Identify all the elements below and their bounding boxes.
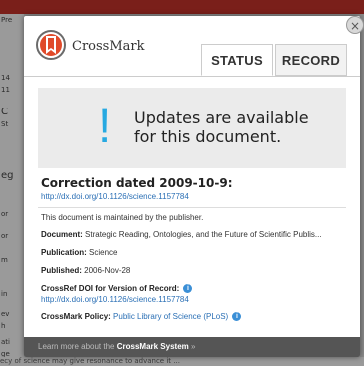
background-topbar: [0, 0, 364, 14]
document-row: Document: Strategic Reading, Ontologies,…: [41, 230, 353, 239]
bg-fragment: m: [1, 256, 8, 264]
footer-text: Learn more about the: [38, 342, 115, 351]
tab-record[interactable]: RECORD: [275, 44, 347, 76]
published-value: 2006-Nov-28: [84, 266, 131, 275]
info-icon[interactable]: i: [183, 284, 193, 294]
footer-arrow: »: [191, 342, 196, 351]
update-message: Updates are available for this document.: [134, 108, 309, 146]
update-notice: ! Updates are available for this documen…: [38, 88, 346, 168]
crossref-doi-link-row: http://dx.doi.org/10.1126/science.115778…: [41, 295, 353, 304]
exclamation-icon: !: [98, 100, 112, 153]
publication-row: Publication: Science: [41, 248, 353, 257]
bg-fragment: 14: [1, 74, 10, 82]
crossref-doi-row: CrossRef DOI for Version of Record: i: [41, 284, 353, 294]
document-label: Document:: [41, 230, 83, 239]
dialog-footer: Learn more about the CrossMark System »: [24, 337, 360, 357]
bg-fragment: C: [1, 108, 8, 116]
maintained-text: This document is maintained by the publi…: [41, 213, 204, 222]
crossmark-logo-icon: [36, 30, 66, 60]
footer-link[interactable]: CrossMark System: [117, 342, 189, 351]
dialog-header: CrossMark STATUS RECORD: [24, 16, 360, 77]
published-label: Published:: [41, 266, 82, 275]
crossref-doi-label: CrossRef DOI for Version of Record:: [41, 284, 180, 293]
bg-fragment: or: [1, 210, 9, 218]
correction-link[interactable]: http://dx.doi.org/10.1126/science.115778…: [41, 192, 189, 201]
background-bottom-text: ecy of science may give resonance to adv…: [0, 357, 364, 366]
published-row: Published: 2006-Nov-28: [41, 266, 353, 275]
bg-fragment: or: [1, 232, 9, 240]
info-icon[interactable]: i: [232, 312, 242, 322]
bg-fragment: 11: [1, 86, 10, 94]
bg-fragment: in: [1, 290, 8, 298]
publication-label: Publication:: [41, 248, 87, 257]
background-left-column: Pre 14 11 C St eg or or m in ev h ati ge: [0, 14, 24, 366]
bg-fragment: h: [1, 322, 6, 330]
document-value: Strategic Reading, Ontologies, and the F…: [85, 230, 322, 239]
bg-fragment: ev: [1, 310, 10, 318]
policy-link[interactable]: Public Library of Science (PLoS): [113, 312, 228, 321]
policy-label: CrossMark Policy:: [41, 312, 111, 321]
bg-fragment: St: [1, 120, 9, 128]
bg-fragment: eg: [1, 172, 14, 180]
crossref-doi-link[interactable]: http://dx.doi.org/10.1126/science.115778…: [41, 295, 189, 304]
correction-title: Correction dated 2009-10-9:: [41, 176, 233, 190]
bg-fragment: ati: [1, 338, 10, 346]
publication-value: Science: [89, 248, 118, 257]
brand-name: CrossMark: [72, 39, 145, 54]
crossmark-dialog: CrossMark STATUS RECORD ! Updates are av…: [24, 16, 360, 357]
close-icon[interactable]: ×: [346, 16, 364, 34]
divider: [38, 207, 346, 208]
bg-fragment: Pre: [1, 16, 13, 24]
tab-status[interactable]: STATUS: [201, 44, 273, 76]
policy-row: CrossMark Policy: Public Library of Scie…: [41, 312, 353, 322]
